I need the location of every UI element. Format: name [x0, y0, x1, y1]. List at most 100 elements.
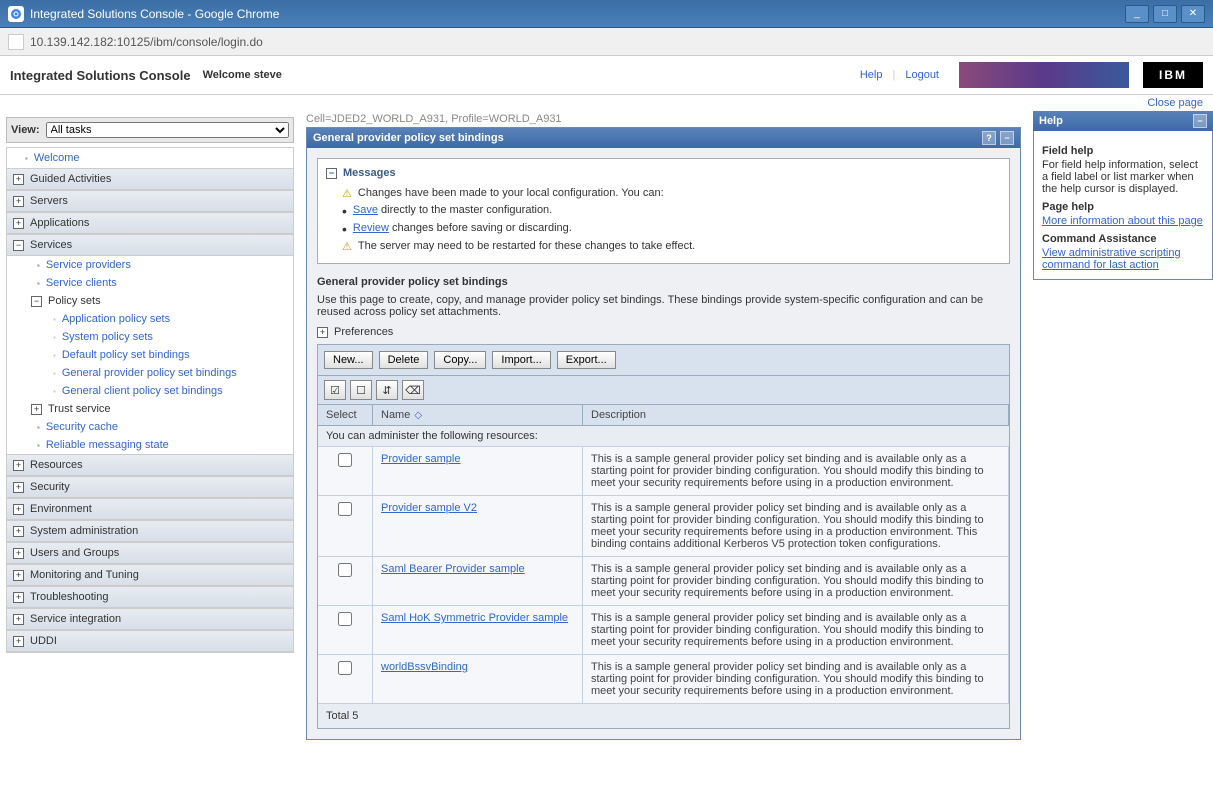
main-content: Cell=JDED2_WORLD_A931, Profile=WORLD_A93… — [300, 111, 1027, 740]
table-row: worldBssvBinding This is a sample genera… — [318, 655, 1009, 704]
row-select-cell — [318, 606, 373, 654]
nav-gen-provider-bindings[interactable]: General provider policy set bindings — [7, 364, 293, 382]
save-link[interactable]: Save — [353, 204, 378, 216]
close-button[interactable]: ✕ — [1181, 5, 1205, 23]
collapse-icon: − — [13, 240, 24, 251]
nav-guided-activities[interactable]: +Guided Activities — [7, 168, 293, 190]
nav-system-policy-sets[interactable]: System policy sets — [7, 328, 293, 346]
cmd-assist-link[interactable]: View administrative scripting command fo… — [1042, 247, 1181, 271]
ibm-logo: IBM — [1143, 62, 1203, 88]
bindings-table: New... Delete Copy... Import... Export..… — [317, 344, 1010, 729]
messages-box: −Messages ⚠Changes have been made to you… — [317, 158, 1010, 264]
nav-security[interactable]: +Security — [7, 476, 293, 498]
expand-icon: + — [13, 196, 24, 207]
view-select[interactable]: All tasks — [46, 122, 289, 138]
col-description: Description — [583, 405, 1009, 425]
clear-filter-icon[interactable]: ⌫ — [402, 380, 424, 400]
minimize-help-icon[interactable]: − — [1193, 114, 1207, 128]
nav-policy-sets[interactable]: −Policy sets — [7, 292, 293, 310]
row-checkbox[interactable] — [338, 612, 352, 626]
export-button[interactable]: Export... — [557, 351, 616, 369]
nav-monitoring[interactable]: +Monitoring and Tuning — [7, 564, 293, 586]
preferences-toggle[interactable]: +Preferences — [317, 326, 1010, 338]
app-header: Integrated Solutions Console Welcome ste… — [0, 56, 1213, 95]
row-checkbox[interactable] — [338, 502, 352, 516]
binding-link[interactable]: Saml Bearer Provider sample — [381, 563, 525, 575]
collapse-icon[interactable]: − — [326, 168, 337, 179]
nav-applications[interactable]: +Applications — [7, 212, 293, 234]
nav-app-policy-sets[interactable]: Application policy sets — [7, 310, 293, 328]
section-description: Use this page to create, copy, and manag… — [317, 294, 1010, 318]
nav-reliable-messaging[interactable]: Reliable messaging state — [7, 436, 293, 454]
minimize-panel-icon[interactable]: − — [1000, 131, 1014, 145]
nav-environment[interactable]: +Environment — [7, 498, 293, 520]
nav-users-groups[interactable]: +Users and Groups — [7, 542, 293, 564]
row-desc-cell: This is a sample general provider policy… — [583, 496, 1009, 556]
nav-welcome[interactable]: Welcome — [7, 148, 293, 168]
help-icon[interactable]: ? — [982, 131, 996, 145]
nav-gen-client-bindings[interactable]: General client policy set bindings — [7, 382, 293, 400]
table-header: Select Name◇ Description — [318, 405, 1009, 426]
expand-icon: + — [13, 570, 24, 581]
nav-service-providers[interactable]: Service providers — [7, 256, 293, 274]
row-desc-cell: This is a sample general provider policy… — [583, 447, 1009, 495]
col-name[interactable]: Name◇ — [373, 405, 583, 425]
nav-trust-service[interactable]: +Trust service — [7, 400, 293, 418]
msg-changes: Changes have been made to your local con… — [358, 187, 664, 199]
logout-link[interactable]: Logout — [905, 69, 939, 81]
url-text[interactable]: 10.139.142.182:10125/ibm/console/login.d… — [30, 35, 263, 49]
copy-button[interactable]: Copy... — [434, 351, 486, 369]
cmd-assist-heading: Command Assistance — [1042, 233, 1204, 245]
nav-troubleshooting[interactable]: +Troubleshooting — [7, 586, 293, 608]
deselect-all-icon[interactable]: ☐ — [350, 380, 372, 400]
filter-icon[interactable]: ⇵ — [376, 380, 398, 400]
row-select-cell — [318, 496, 373, 556]
new-button[interactable]: New... — [324, 351, 373, 369]
close-page-link[interactable]: Close page — [1147, 97, 1203, 109]
table-row: Provider sample This is a sample general… — [318, 447, 1009, 496]
nav-services[interactable]: −Services — [7, 234, 293, 256]
nav-service-clients[interactable]: Service clients — [7, 274, 293, 292]
page-icon — [8, 34, 24, 50]
expand-icon: + — [31, 404, 42, 415]
binding-link[interactable]: Provider sample — [381, 453, 460, 465]
admin-text: You can administer the following resourc… — [318, 426, 1009, 447]
review-link[interactable]: Review — [353, 222, 389, 234]
table-footer: Total 5 — [318, 704, 1009, 728]
import-button[interactable]: Import... — [492, 351, 550, 369]
table-row: Saml Bearer Provider sample This is a sa… — [318, 557, 1009, 606]
nav-service-integration[interactable]: +Service integration — [7, 608, 293, 630]
chrome-favicon — [8, 6, 24, 22]
nav-system-administration[interactable]: +System administration — [7, 520, 293, 542]
page-help-link[interactable]: More information about this page — [1042, 215, 1203, 227]
binding-link[interactable]: Saml HoK Symmetric Provider sample — [381, 612, 568, 624]
maximize-button[interactable]: □ — [1153, 5, 1177, 23]
binding-link[interactable]: Provider sample V2 — [381, 502, 477, 514]
table-iconbar: ☑ ☐ ⇵ ⌫ — [318, 376, 1009, 405]
expand-icon: + — [317, 327, 328, 338]
navigation-panel: View: All tasks Welcome +Guided Activiti… — [0, 111, 300, 740]
messages-header: Messages — [343, 167, 396, 179]
help-link[interactable]: Help — [860, 69, 883, 81]
select-all-icon[interactable]: ☑ — [324, 380, 346, 400]
panel-header: General provider policy set bindings ? − — [307, 128, 1020, 148]
minimize-button[interactable]: _ — [1125, 5, 1149, 23]
msg-restart: The server may need to be restarted for … — [358, 240, 695, 252]
row-desc-cell: This is a sample general provider policy… — [583, 655, 1009, 703]
row-checkbox[interactable] — [338, 661, 352, 675]
view-selector-row: View: All tasks — [6, 117, 294, 143]
expand-icon: + — [13, 218, 24, 229]
binding-link[interactable]: worldBssvBinding — [381, 661, 468, 673]
row-name-cell: Saml HoK Symmetric Provider sample — [373, 606, 583, 654]
nav-resources[interactable]: +Resources — [7, 454, 293, 476]
row-checkbox[interactable] — [338, 563, 352, 577]
nav-security-cache[interactable]: Security cache — [7, 418, 293, 436]
expand-icon: + — [13, 526, 24, 537]
nav-servers[interactable]: +Servers — [7, 190, 293, 212]
nav-default-bindings[interactable]: Default policy set bindings — [7, 346, 293, 364]
delete-button[interactable]: Delete — [379, 351, 429, 369]
nav-uddi[interactable]: +UDDI — [7, 630, 293, 652]
panel-title: General provider policy set bindings — [313, 132, 504, 144]
page-help-heading: Page help — [1042, 201, 1204, 213]
row-checkbox[interactable] — [338, 453, 352, 467]
